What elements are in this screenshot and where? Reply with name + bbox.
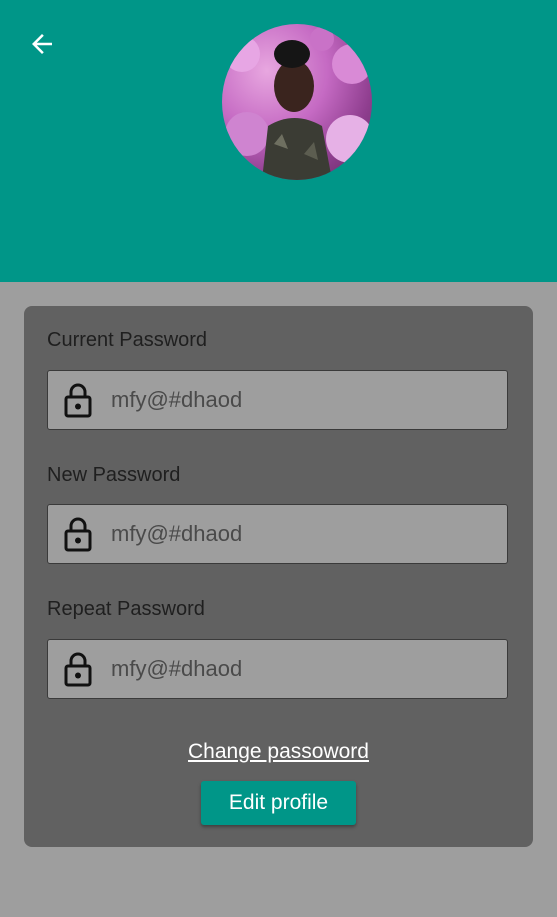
current-password-label: Current Password [47,329,208,351]
arrow-left-icon [32,34,52,54]
edit-profile-button[interactable]: Edit profile [201,781,356,825]
repeat-password-label: Repeat Password [47,598,205,620]
lock-icon [63,651,93,687]
change-password-link[interactable]: Change passoword [24,740,533,764]
lock-icon [63,382,93,418]
profile-header [0,0,557,282]
current-password-input[interactable] [109,386,493,414]
avatar-photo [224,27,372,180]
lock-icon [63,516,93,552]
current-password-field[interactable] [47,370,508,430]
new-password-field[interactable] [47,504,508,564]
new-password-input[interactable] [109,520,493,548]
back-button[interactable] [26,28,58,60]
repeat-password-field[interactable] [47,639,508,699]
repeat-password-input[interactable] [109,655,493,683]
avatar [222,24,372,180]
password-card: Current Password New Password Repeat Pas… [24,306,533,847]
new-password-label: New Password [47,464,181,486]
